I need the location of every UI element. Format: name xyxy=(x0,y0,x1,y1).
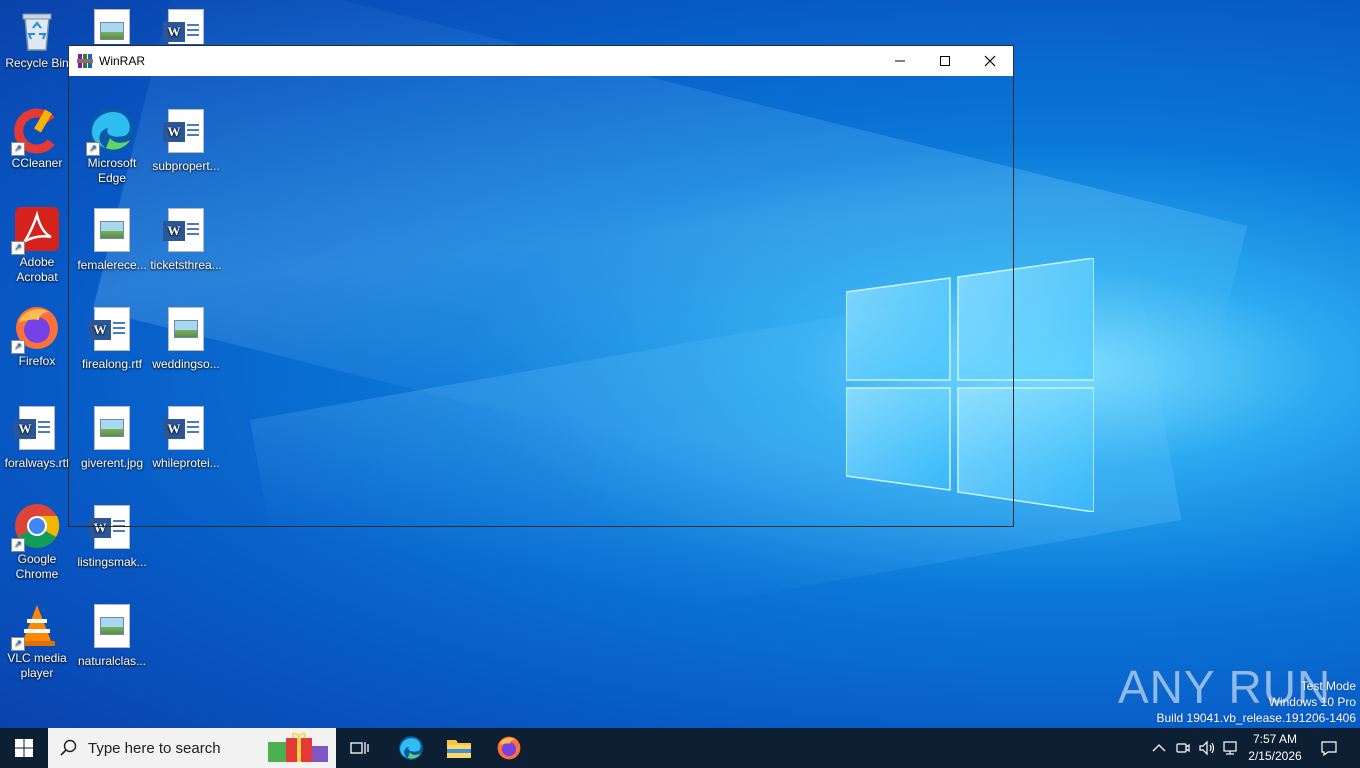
test-mode-watermark: Test Mode Windows 10 Pro Build 19041.vb_… xyxy=(1157,678,1357,726)
firefox-icon: ↗ xyxy=(11,304,61,354)
action-center-button[interactable] xyxy=(1312,728,1346,768)
desktop-icon-naturalclas[interactable]: naturalclas... xyxy=(76,601,148,669)
desktop-icon-recycle-bin[interactable]: Recycle Bin xyxy=(1,6,73,71)
taskbar-search-box[interactable]: Type here to search xyxy=(48,728,336,768)
image-file-icon xyxy=(88,604,136,652)
shortcut-arrow-icon: ↗ xyxy=(11,340,25,354)
desktop-icon-ccleaner[interactable]: ↗ CCleaner xyxy=(1,106,73,171)
desktop-icon-label: foralways.rtf xyxy=(4,456,70,470)
image-file-icon xyxy=(88,9,136,44)
firefox-icon xyxy=(497,736,521,760)
minimize-icon xyxy=(895,60,905,62)
tray-meet-now-button[interactable] xyxy=(1172,728,1194,768)
taskbar-clock[interactable]: 7:57 AM 2/15/2026 xyxy=(1244,728,1306,768)
notification-icon xyxy=(1321,741,1337,756)
watermark-line: Test Mode xyxy=(1300,679,1356,693)
word-document-icon: W xyxy=(162,9,210,44)
vlc-icon: ↗ xyxy=(11,601,61,651)
ccleaner-icon: ↗ xyxy=(11,106,61,156)
shortcut-arrow-icon: ↗ xyxy=(11,637,25,651)
search-highlight-gifts-icon xyxy=(268,732,328,762)
taskbar-edge-button[interactable] xyxy=(387,728,435,768)
word-document-icon: W xyxy=(13,406,61,454)
desktop-icon-adobe-acrobat[interactable]: ↗ Adobe Acrobat xyxy=(1,205,73,285)
tray-volume-button[interactable] xyxy=(1196,728,1218,768)
winrar-window[interactable]: WinRAR xyxy=(68,45,1014,527)
desktop-icon-top-image[interactable] xyxy=(76,6,148,44)
desktop-icon-label: VLC media player xyxy=(7,651,67,680)
desktop-icon-label: CCleaner xyxy=(11,156,63,170)
desktop-icon-foralways-rtf[interactable]: W foralways.rtf xyxy=(1,403,73,471)
clock-date: 2/15/2026 xyxy=(1248,749,1302,763)
meet-now-icon xyxy=(1176,743,1190,753)
task-view-icon xyxy=(350,742,369,754)
show-hidden-icons-button[interactable] xyxy=(1148,728,1170,768)
search-icon xyxy=(60,739,77,756)
tray-network-button[interactable] xyxy=(1220,728,1242,768)
taskbar-firefox-button[interactable] xyxy=(485,728,533,768)
desktop-icon-label: listingsmak... xyxy=(77,555,147,569)
search-placeholder: Type here to search xyxy=(88,739,221,757)
close-icon xyxy=(984,55,996,67)
maximize-icon xyxy=(940,56,950,66)
desktop-icon-top-document[interactable]: W xyxy=(150,6,222,44)
desktop-icon-google-chrome[interactable]: ↗ Google Chrome xyxy=(1,502,73,582)
edge-icon xyxy=(399,736,423,760)
desktop-icon-label: naturalclas... xyxy=(77,654,147,668)
desktop-icon-vlc[interactable]: ↗ VLC media player xyxy=(1,601,73,681)
desktop-icon-label: Adobe Acrobat xyxy=(16,255,58,284)
watermark-line: Windows 10 Pro xyxy=(1268,695,1356,709)
close-button[interactable] xyxy=(967,46,1013,76)
speaker-icon xyxy=(1199,740,1215,756)
minimize-button[interactable] xyxy=(877,46,923,76)
shortcut-arrow-icon: ↗ xyxy=(11,538,25,552)
winrar-icon xyxy=(77,54,93,68)
recycle-bin-icon xyxy=(13,6,61,54)
window-title: WinRAR xyxy=(99,54,146,68)
chrome-icon: ↗ xyxy=(11,502,61,552)
window-titlebar[interactable]: WinRAR xyxy=(69,46,1013,76)
desktop-icon-label: Firefox xyxy=(18,354,56,368)
adobe-acrobat-icon: ↗ xyxy=(11,205,61,255)
chevron-up-icon xyxy=(1152,744,1166,752)
shortcut-arrow-icon: ↗ xyxy=(11,241,25,255)
windows-start-icon xyxy=(15,739,33,757)
shortcut-arrow-icon: ↗ xyxy=(11,142,25,156)
file-explorer-icon xyxy=(447,740,471,758)
task-view-button[interactable] xyxy=(336,728,384,768)
taskbar-file-explorer-button[interactable] xyxy=(435,728,483,768)
clock-time: 7:57 AM xyxy=(1252,732,1298,746)
start-button[interactable] xyxy=(0,728,48,768)
taskbar: Type here to search 7:57 AM 2/15/2026 xyxy=(0,728,1360,768)
network-icon xyxy=(1223,741,1237,755)
watermark-line: Build 19041.vb_release.191206-1406 xyxy=(1156,711,1357,725)
maximize-button[interactable] xyxy=(922,46,968,76)
desktop-icon-label: Google Chrome xyxy=(15,552,59,581)
desktop-icon-firefox[interactable]: ↗ Firefox xyxy=(1,304,73,369)
desktop-icon-label: Recycle Bin xyxy=(5,56,69,70)
